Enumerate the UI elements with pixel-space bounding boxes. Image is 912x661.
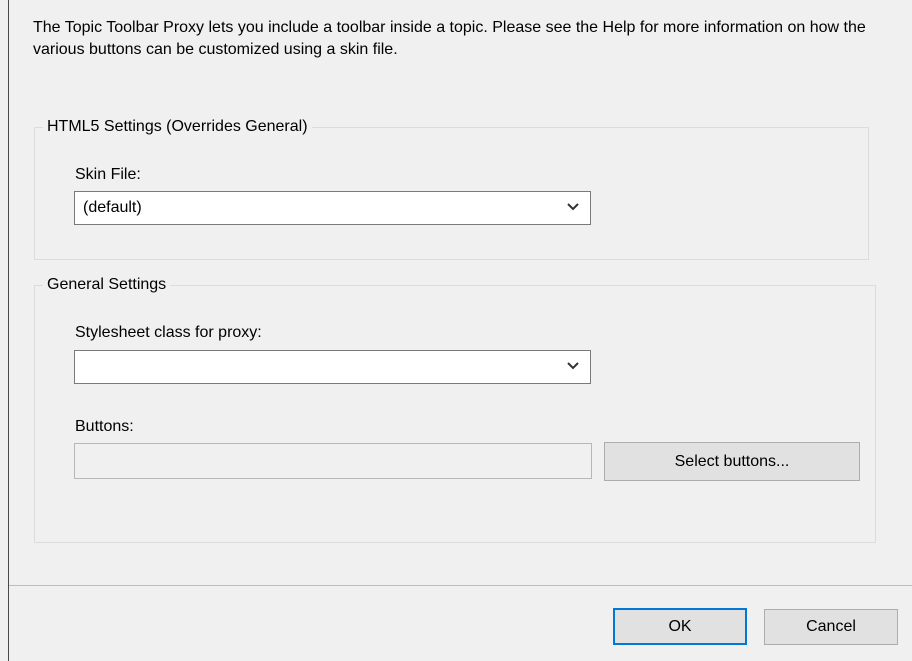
chevron-down-icon xyxy=(567,203,579,211)
skin-file-label: Skin File: xyxy=(75,166,141,183)
skin-file-value: (default) xyxy=(83,199,142,216)
skin-file-dropdown[interactable]: (default) xyxy=(74,191,591,225)
ok-button[interactable]: OK xyxy=(613,608,747,645)
select-buttons-button[interactable]: Select buttons... xyxy=(604,442,860,481)
stylesheet-class-dropdown[interactable] xyxy=(74,350,591,384)
intro-description: The Topic Toolbar Proxy lets you include… xyxy=(33,19,866,58)
general-settings-legend: General Settings xyxy=(43,274,171,296)
cancel-button[interactable]: Cancel xyxy=(764,609,898,645)
buttons-field xyxy=(74,443,592,479)
stylesheet-class-label: Stylesheet class for proxy: xyxy=(75,324,262,341)
chevron-down-icon xyxy=(567,362,579,370)
html5-settings-legend: HTML5 Settings (Overrides General) xyxy=(43,116,312,138)
buttons-label: Buttons: xyxy=(75,418,134,435)
dialog-left-border xyxy=(8,0,9,661)
